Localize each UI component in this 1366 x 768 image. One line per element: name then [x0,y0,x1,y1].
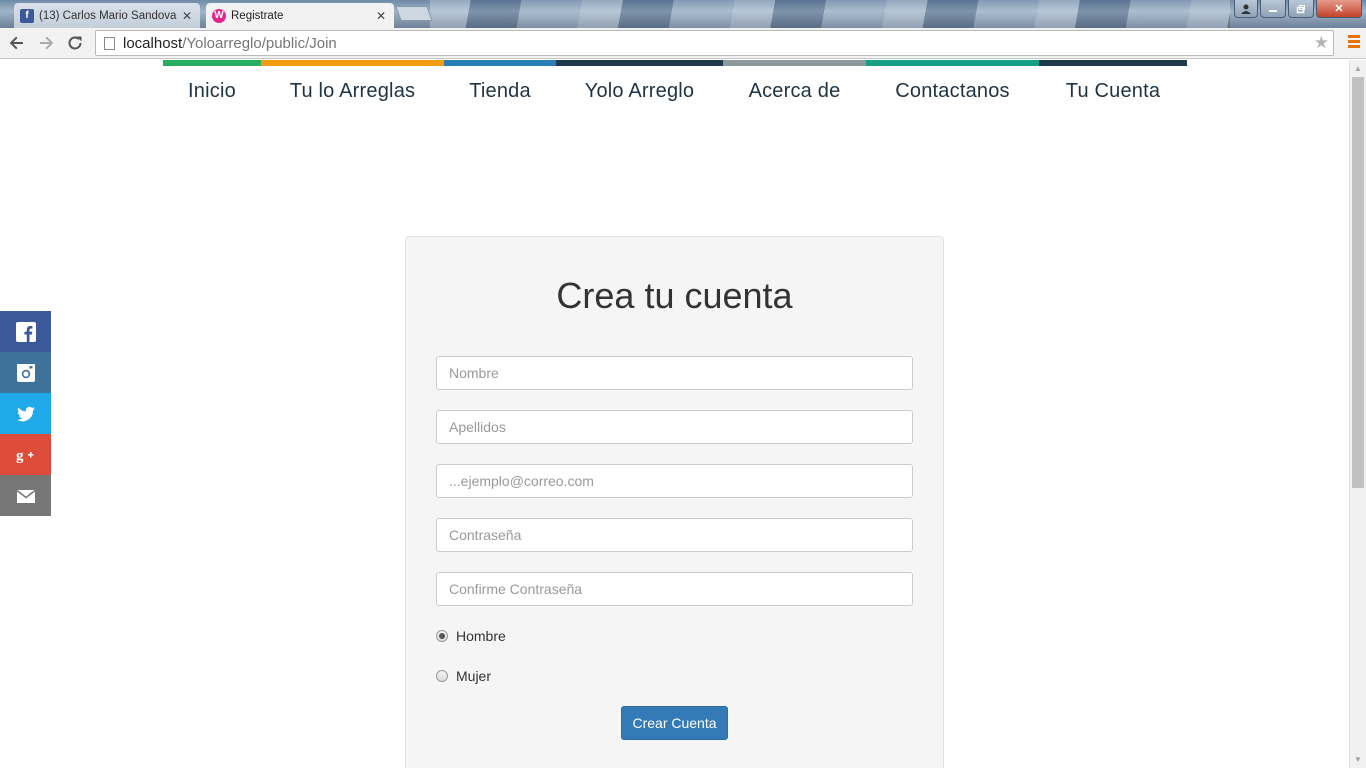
nav-item-tienda[interactable]: Tienda [444,60,556,116]
gender-option-hombre[interactable]: Hombre [436,628,506,644]
nav-item-acerca-de[interactable]: Acerca de [723,60,866,116]
nav-label: Tu lo Arreglas [289,79,416,102]
svg-text:g: g [16,448,24,464]
new-tab-button[interactable] [395,6,433,21]
twitter-share-button[interactable] [0,393,51,434]
email-icon [16,489,35,503]
close-window-button[interactable]: ✕ [1316,0,1362,18]
minimize-button[interactable] [1260,0,1286,18]
radio-label: Mujer [456,668,492,684]
nav-label: Acerca de [748,79,841,102]
restore-button[interactable] [1288,0,1314,18]
nav-item-inicio[interactable]: Inicio [163,60,261,116]
gender-option-mujer[interactable]: Mujer [436,668,491,684]
reload-icon[interactable] [64,32,86,54]
tab-label: (13) Carlos Mario Sandova [39,9,177,22]
nav-label: Yolo Arreglo [584,79,695,102]
twitter-icon [16,406,35,421]
page-icon [104,36,115,50]
google-plus-share-button[interactable]: g [0,434,51,475]
social-sidebar: g [0,311,51,516]
nav-item-tu-cuenta[interactable]: Tu Cuenta [1039,60,1187,116]
user-icon[interactable] [1234,0,1258,18]
nav-label: Contactanos [895,79,1010,102]
signup-card: Crea tu cuenta Hombre Mujer Crear Cuenta [405,236,944,768]
facebook-icon [15,321,36,342]
nombre-input[interactable] [436,356,913,390]
confirm-password-input[interactable] [436,572,913,606]
nav-label: Inicio [188,79,236,102]
nav-item-contactanos[interactable]: Contactanos [866,60,1039,116]
site-navigation: Inicio Tu lo Arreglas Tienda Yolo Arregl… [163,60,1187,120]
crear-cuenta-button[interactable]: Crear Cuenta [621,706,728,740]
browser-titlebar: f (13) Carlos Mario Sandova ✕ W Registra… [0,0,1366,28]
scroll-down-arrow-icon[interactable]: ▼ [1350,751,1366,768]
close-icon[interactable]: ✕ [374,9,388,23]
email-input[interactable] [436,464,913,498]
tab-label: Registrate [231,9,284,22]
form-title: Crea tu cuenta [556,275,793,316]
instagram-share-button[interactable] [0,352,51,393]
bookmark-star-icon[interactable]: ★ [1314,33,1329,53]
back-arrow-icon[interactable] [6,32,28,54]
address-bar[interactable]: localhost/Yoloarreglo/public/Join ★ [95,30,1334,56]
browser-tab-facebook[interactable]: f (13) Carlos Mario Sandova ✕ [14,3,200,28]
password-input[interactable] [436,518,913,552]
window-controls: ✕ [1234,0,1362,18]
nav-label: Tu Cuenta [1065,79,1161,102]
apellidos-input[interactable] [436,410,913,444]
forward-arrow-icon[interactable] [35,32,57,54]
email-share-button[interactable] [0,475,51,516]
facebook-icon: f [20,8,34,23]
close-icon[interactable]: ✕ [180,9,194,23]
radio-button[interactable] [436,630,448,642]
nav-label: Tienda [469,79,531,102]
browser-toolbar: localhost/Yoloarreglo/public/Join ★ [0,28,1366,59]
nav-item-tu-lo-arreglas[interactable]: Tu lo Arreglas [261,60,444,116]
instagram-icon [16,363,35,382]
titlebar-background [430,0,1230,28]
facebook-share-button[interactable] [0,311,51,352]
google-plus-icon: g [16,448,33,464]
scroll-up-arrow-icon[interactable]: ▲ [1350,60,1366,77]
radio-button[interactable] [436,670,448,682]
nav-item-yolo-arreglo[interactable]: Yolo Arreglo [556,60,723,116]
browser-tab-registrate[interactable]: W Registrate ✕ [206,3,394,28]
scrollbar-thumb[interactable] [1352,77,1364,488]
radio-label: Hombre [456,628,506,644]
wamp-icon: W [212,8,226,23]
vertical-scrollbar[interactable]: ▲ ▼ [1349,60,1366,768]
chrome-menu-icon[interactable] [1348,35,1360,50]
url-text: localhost/Yoloarreglo/public/Join [123,34,337,52]
page-viewport: Inicio Tu lo Arreglas Tienda Yolo Arregl… [0,60,1349,768]
